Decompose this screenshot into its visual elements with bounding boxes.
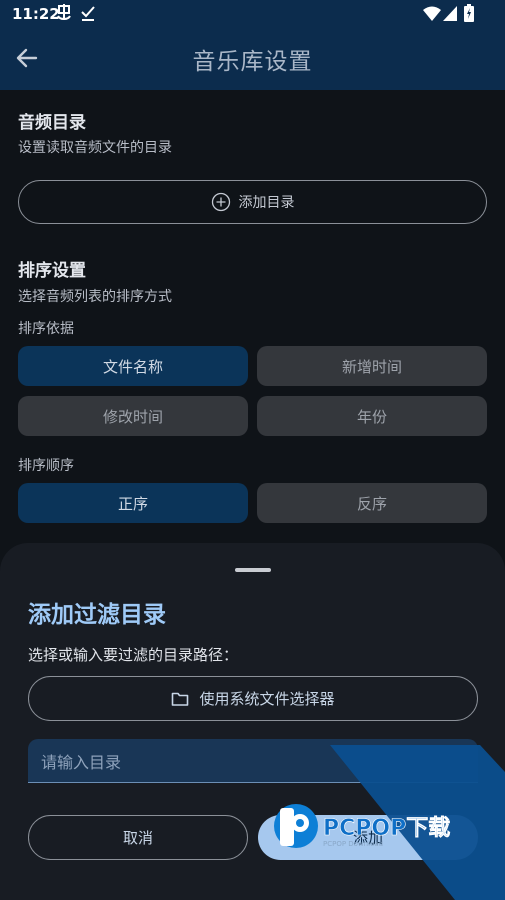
sort-title: 排序设置 [18, 261, 86, 281]
sort-basis-filename[interactable]: 文件名称 [18, 346, 248, 386]
sheet-prompt: 选择或输入要过滤的目录路径： [28, 646, 239, 664]
sheet-heading: 添加过滤目录 [28, 602, 166, 628]
status-bar: 11:22 [0, 0, 505, 28]
folder-icon [172, 692, 189, 706]
system-file-picker-button[interactable]: 使用系统文件选择器 [28, 676, 478, 721]
add-directory-label: 添加目录 [238, 195, 295, 211]
system-file-picker-label: 使用系统文件选择器 [199, 690, 335, 708]
sort-subtitle: 选择音频列表的排序方式 [18, 289, 172, 305]
carrier-app-icon [57, 4, 71, 20]
sort-order-ascending[interactable]: 正序 [18, 483, 248, 523]
sort-basis-added-time[interactable]: 新增时间 [257, 346, 487, 386]
settings-content: 音频目录 设置读取音频文件的目录 添加目录 排序设置 选择音频列表的排序方式 排… [0, 90, 505, 560]
sheet-drag-handle[interactable] [235, 568, 271, 572]
sort-order-descending[interactable]: 反序 [257, 483, 487, 523]
add-filter-directory-sheet: 添加过滤目录 选择或输入要过滤的目录路径： 使用系统文件选择器 请输入目录 取消… [0, 543, 505, 900]
status-time: 11:22 [12, 5, 60, 23]
sort-basis-label: 排序依据 [18, 321, 74, 337]
directory-input-placeholder: 请输入目录 [41, 752, 122, 772]
signal-icon [443, 6, 457, 21]
audio-dir-subtitle: 设置读取音频文件的目录 [18, 140, 172, 156]
add-button[interactable]: 添加 [258, 815, 478, 860]
wifi-icon [423, 6, 441, 21]
app-bar: 音乐库设置 [0, 28, 505, 90]
audio-dir-title: 音频目录 [18, 113, 86, 133]
cancel-button[interactable]: 取消 [28, 815, 248, 860]
directory-input[interactable]: 请输入目录 [28, 739, 478, 783]
sort-order-label: 排序顺序 [18, 458, 74, 474]
add-circle-icon [211, 192, 230, 212]
check-download-icon [81, 6, 95, 21]
sort-basis-year[interactable]: 年份 [257, 396, 487, 436]
battery-icon [464, 4, 474, 22]
page-title: 音乐库设置 [192, 49, 313, 75]
sort-basis-modified-time[interactable]: 修改时间 [18, 396, 248, 436]
add-directory-button[interactable]: 添加目录 [18, 180, 487, 224]
